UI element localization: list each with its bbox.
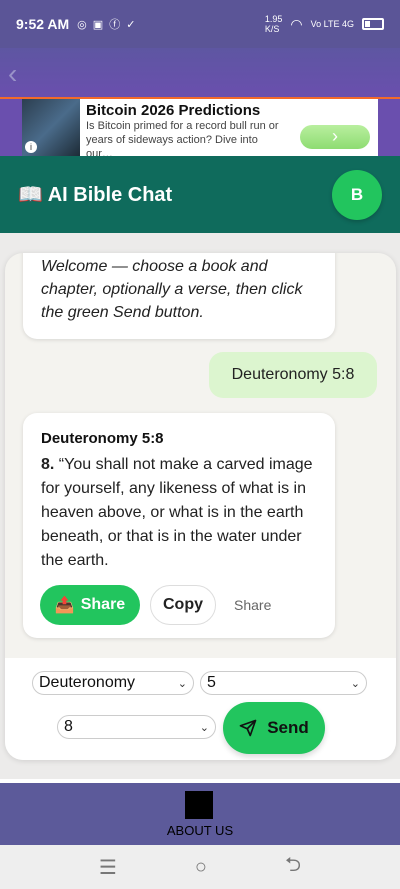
- ad-description: Is Bitcoin primed for a record bull run …: [86, 120, 279, 160]
- share-link[interactable]: Share: [234, 597, 271, 613]
- app-icon: ▣: [92, 18, 104, 31]
- share-icon: 📤: [54, 597, 75, 614]
- share-button[interactable]: 📤 Share: [40, 585, 140, 625]
- chevron-right-icon: ›: [332, 126, 338, 146]
- chevron-down-icon: ⌄: [177, 677, 187, 690]
- back-arrow-icon[interactable]: ‹: [8, 58, 17, 90]
- chevron-down-icon: ⌄: [350, 677, 360, 690]
- menu-icon[interactable]: ☰: [99, 855, 117, 880]
- network-label: Vo LTE 4G: [310, 19, 354, 29]
- wifi-icon: ◠: [290, 15, 303, 32]
- verse-text: 8. “You shall not make a carved image fo…: [41, 456, 313, 569]
- system-icons: 1.95 K/S ◠ Vo LTE 4G: [265, 14, 384, 34]
- user-message: Deuteronomy 5:8: [209, 352, 377, 398]
- system-navigation-bar: ☰ ○ ⮌: [0, 845, 400, 889]
- info-icon[interactable]: i: [25, 141, 37, 153]
- home-icon[interactable]: ○: [195, 856, 207, 879]
- footer: ABOUT US: [0, 783, 400, 845]
- notification-icons: ◎ ▣ ⓕ ✓: [77, 16, 135, 32]
- book-select[interactable]: Deuteronomy ⌄: [32, 671, 194, 695]
- book-icon: 📖: [18, 184, 43, 206]
- app-header: 📖 AI Bible Chat B: [0, 156, 400, 233]
- verse-reference: Deuteronomy 5:8: [41, 430, 164, 447]
- download-done-icon: ✓: [126, 18, 136, 31]
- avatar[interactable]: B: [332, 170, 382, 220]
- ad-open-button[interactable]: ›: [300, 125, 370, 149]
- chapter-select[interactable]: 5 ⌄: [200, 671, 367, 695]
- message-actions: 📤 Share Copy Share: [40, 585, 271, 625]
- about-us-link[interactable]: ABOUT US: [0, 823, 400, 838]
- app-bar: [0, 48, 400, 98]
- status-bar: 9:52 AM ◎ ▣ ⓕ ✓ 1.95 K/S ◠ Vo LTE 4G: [0, 0, 400, 48]
- about-icon[interactable]: [185, 791, 213, 819]
- copy-button[interactable]: Copy: [150, 585, 216, 625]
- send-button[interactable]: Send: [223, 702, 325, 754]
- ad-image: i: [22, 99, 80, 156]
- back-icon[interactable]: ⮌: [285, 850, 301, 884]
- send-icon: [239, 719, 257, 737]
- verse-number: 8.: [41, 456, 55, 473]
- page-title: 📖 AI Bible Chat: [18, 184, 173, 206]
- verse-message: Deuteronomy 5:8 8. “You shall not make a…: [23, 413, 335, 638]
- input-controls: Deuteronomy ⌄ 5 ⌄ 8 ⌄ Send: [5, 658, 396, 760]
- facebook-icon: ⓕ: [109, 19, 121, 31]
- chat-panel: Welcome — choose a book and chapter, opt…: [5, 253, 396, 760]
- ad-title: Bitcoin 2026 Predictions: [86, 102, 261, 119]
- ad-banner[interactable]: i Bitcoin 2026 Predictions Is Bitcoin pr…: [22, 99, 378, 160]
- status-time: 9:52 AM: [16, 16, 70, 32]
- verse-select[interactable]: 8 ⌄: [57, 715, 216, 739]
- welcome-message: Welcome — choose a book and chapter, opt…: [23, 253, 335, 339]
- whatsapp-icon: ◎: [77, 18, 87, 31]
- chevron-down-icon: ⌄: [199, 721, 209, 734]
- network-speed: 1.95 K/S: [264, 14, 283, 34]
- battery-icon: [362, 18, 384, 30]
